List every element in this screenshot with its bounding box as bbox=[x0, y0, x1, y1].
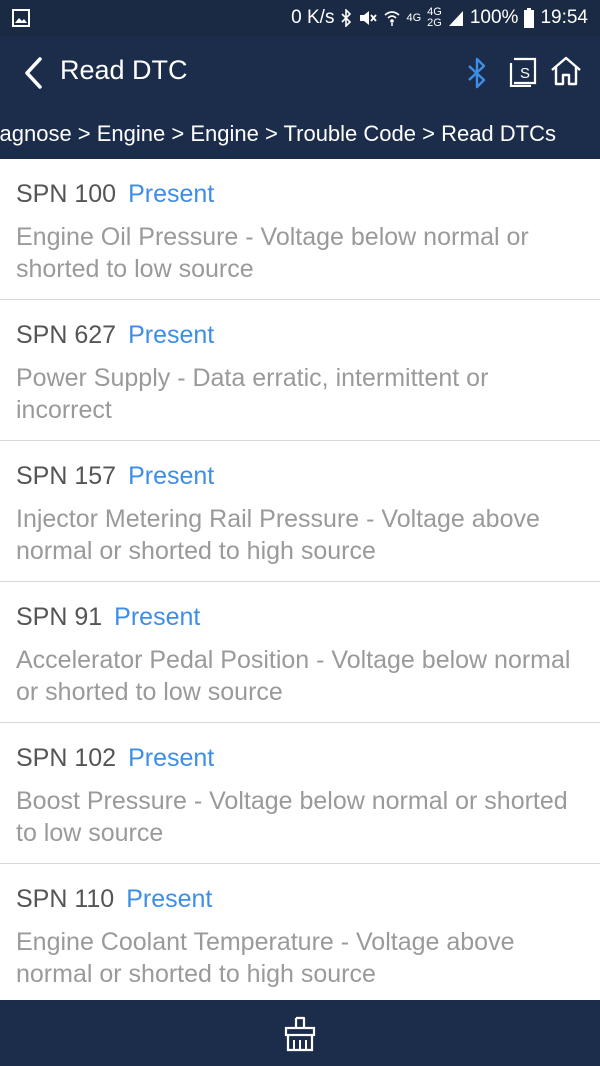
network-speed: 0 K/s bbox=[291, 7, 335, 28]
wifi-icon bbox=[384, 11, 400, 26]
dtc-status: Present bbox=[128, 462, 215, 490]
dtc-header: SPN 110 Present bbox=[16, 884, 584, 914]
dtc-description: Engine Coolant Temperature - Voltage abo… bbox=[16, 928, 515, 988]
dtc-item[interactable]: SPN 91 Present Accelerator Pedal Position… bbox=[0, 582, 600, 723]
dtc-description: Injector Metering Rail Pressure - Voltag… bbox=[16, 505, 540, 565]
bluetooth-status-icon bbox=[341, 9, 352, 27]
dtc-status: Present bbox=[128, 321, 215, 349]
dtc-list: SPN 100 Present Engine Oil Pressure - Vol… bbox=[0, 159, 600, 1000]
dtc-description: Engine Oil Pressure - Voltage below norm… bbox=[16, 223, 529, 283]
bluetooth-icon[interactable] bbox=[465, 56, 489, 90]
status-bar: 0 K/s 4G 4G 2G 100% 19:54 bbox=[0, 0, 600, 36]
dtc-description: Accelerator Pedal Position - Voltage bel… bbox=[16, 646, 571, 706]
network-type-secondary: 4G 2G bbox=[427, 7, 442, 29]
dtc-header: SPN 91 Present bbox=[16, 602, 584, 632]
dtc-status: Present bbox=[114, 603, 201, 631]
screenshot-s-icon[interactable]: S bbox=[509, 57, 537, 87]
dtc-item[interactable]: SPN 627 Present Power Supply - Data errat… bbox=[0, 300, 600, 441]
dtc-status: Present bbox=[128, 744, 215, 772]
dtc-status: Present bbox=[126, 885, 213, 913]
dtc-header: SPN 627 Present bbox=[16, 320, 584, 350]
bottom-toolbar bbox=[0, 1000, 600, 1066]
dtc-description: Power Supply - Data erratic, intermitten… bbox=[16, 364, 489, 424]
dtc-item[interactable]: SPN 102 Present Boost Pressure - Voltage … bbox=[0, 723, 600, 864]
home-icon[interactable] bbox=[550, 55, 582, 87]
dtc-status: Present bbox=[128, 180, 215, 208]
dtc-code: SPN 102 bbox=[16, 744, 117, 772]
page-title: Read DTC bbox=[60, 55, 188, 85]
chevron-left-icon[interactable] bbox=[22, 56, 46, 90]
dtc-header: SPN 157 Present bbox=[16, 461, 584, 491]
dtc-item[interactable]: SPN 100 Present Engine Oil Pressure - Vol… bbox=[0, 159, 600, 300]
battery-percent: 100% bbox=[469, 7, 519, 28]
app-header: Read DTC S bbox=[0, 36, 600, 112]
svg-text:S: S bbox=[520, 65, 530, 82]
breadcrumb-text: Volvo > Diagnose > Engine > Engine > Tro… bbox=[0, 121, 556, 146]
status-indicators: 0 K/s 4G 4G 2G 100% 19:54 bbox=[291, 0, 588, 36]
network-type-2g: 2G bbox=[427, 17, 442, 29]
mute-icon bbox=[360, 11, 378, 25]
clear-broom-icon[interactable] bbox=[282, 1016, 318, 1052]
signal-icon bbox=[448, 11, 463, 26]
breadcrumb: Volvo > Diagnose > Engine > Engine > Tro… bbox=[0, 112, 600, 159]
dtc-code: SPN 110 bbox=[16, 885, 115, 913]
network-type-primary: 4G bbox=[406, 11, 422, 24]
battery-icon bbox=[524, 8, 535, 28]
image-icon bbox=[12, 9, 30, 27]
dtc-header: SPN 100 Present bbox=[16, 179, 584, 209]
dtc-code: SPN 91 bbox=[16, 603, 103, 631]
dtc-code: SPN 627 bbox=[16, 321, 117, 349]
dtc-item[interactable]: SPN 157 Present Injector Metering Rail Pr… bbox=[0, 441, 600, 582]
dtc-code: SPN 100 bbox=[16, 180, 117, 208]
dtc-description: Boost Pressure - Voltage below normal or… bbox=[16, 787, 568, 847]
dtc-item[interactable]: SPN 110 Present Engine Coolant Temperatur… bbox=[0, 864, 600, 1000]
dtc-code: SPN 157 bbox=[16, 462, 117, 490]
dtc-header: SPN 102 Present bbox=[16, 743, 584, 773]
clock: 19:54 bbox=[540, 7, 588, 28]
